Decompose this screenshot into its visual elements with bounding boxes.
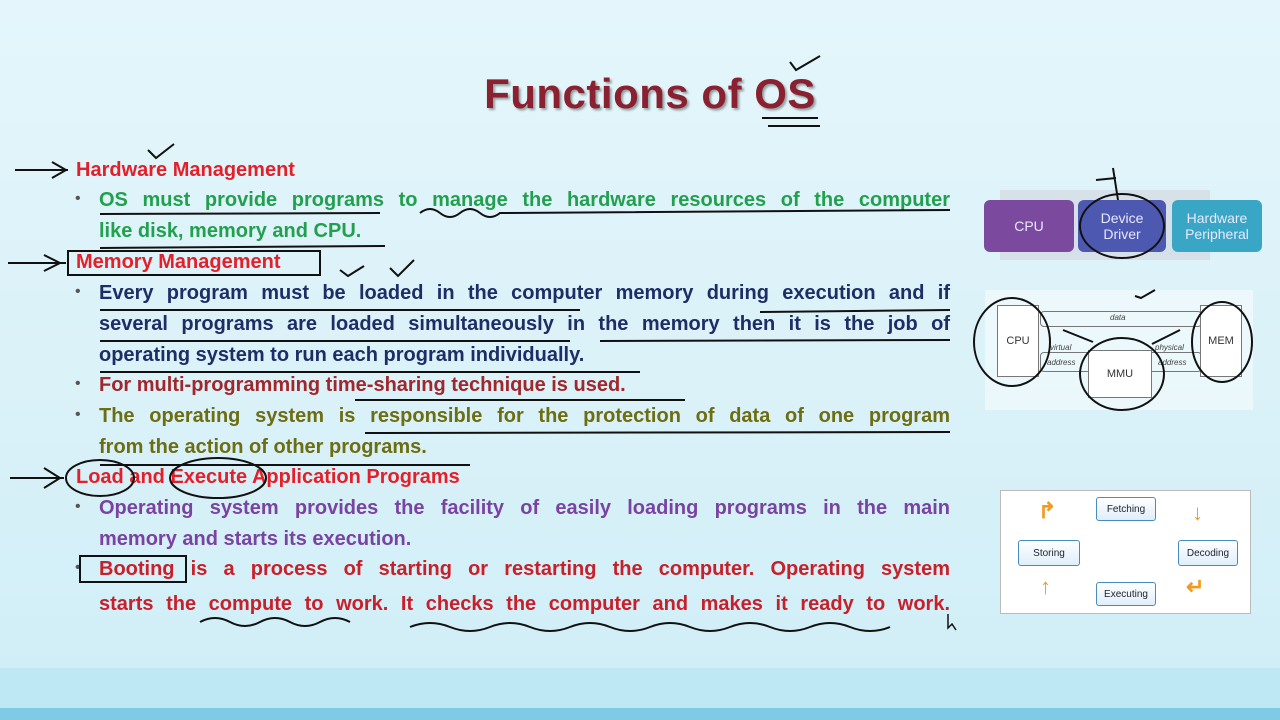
bullet-text: Operating system provides the facility o… bbox=[99, 497, 950, 519]
bullet-text: from the action of other programs. bbox=[99, 436, 427, 458]
bullet-text: Every program must be loaded in the comp… bbox=[99, 282, 950, 304]
bullet-dot: • bbox=[75, 559, 81, 576]
bullet-text: like disk, memory and CPU. bbox=[99, 220, 362, 242]
cpu-box: CPU bbox=[984, 200, 1074, 252]
footer-strip bbox=[0, 708, 1280, 720]
bullet-text: OS must provide programs to manage the h… bbox=[99, 189, 950, 211]
bullet-dot: • bbox=[75, 190, 81, 207]
bullet-text: memory and starts its execution. bbox=[99, 528, 412, 550]
hardware-peripheral-box: Hardware Peripheral bbox=[1172, 200, 1262, 252]
virtual-label: virtual bbox=[1050, 343, 1072, 352]
mmu-block: MMU bbox=[1088, 350, 1152, 398]
fetching-step: Fetching bbox=[1096, 497, 1156, 521]
arrow-icon: ↱ bbox=[1038, 498, 1057, 523]
cpu-block: CPU bbox=[997, 305, 1039, 377]
bullet-dot: • bbox=[75, 406, 81, 423]
bullet-dot: • bbox=[75, 498, 81, 515]
bullet-text: For multi-programming time-sharing techn… bbox=[99, 374, 626, 396]
footer-band bbox=[0, 668, 1280, 708]
decoding-step: Decoding bbox=[1178, 540, 1238, 566]
bullet-text: The operating system is responsible for … bbox=[99, 405, 950, 427]
bullet-text: several programs are loaded simultaneous… bbox=[99, 313, 950, 335]
bullet-dot: • bbox=[75, 283, 81, 300]
mem-block: MEM bbox=[1200, 305, 1242, 377]
arrow-icon: ↑ bbox=[1040, 574, 1051, 599]
heading-hardware-management: Hardware Management bbox=[76, 159, 295, 181]
data-label: data bbox=[1110, 313, 1126, 322]
heading-memory-management: Memory Management bbox=[76, 251, 281, 273]
arrow-icon: ↵ bbox=[1186, 574, 1205, 599]
bullet-text: starts the compute to work. It checks th… bbox=[99, 593, 950, 615]
storing-step: Storing bbox=[1018, 540, 1080, 566]
arrow-icon: ↓ bbox=[1192, 500, 1203, 525]
physical-label: physical bbox=[1155, 343, 1184, 352]
heading-load-execute: Load and Execute Application Programs bbox=[76, 466, 460, 488]
bullet-text: Booting is a process of starting or rest… bbox=[99, 558, 950, 580]
bullet-dot: • bbox=[75, 375, 81, 392]
device-driver-box: Device Driver bbox=[1078, 200, 1166, 252]
bullet-text: operating system to run each program ind… bbox=[99, 344, 585, 366]
executing-step: Executing bbox=[1096, 582, 1156, 606]
slide-title: Functions of OS bbox=[484, 70, 816, 117]
